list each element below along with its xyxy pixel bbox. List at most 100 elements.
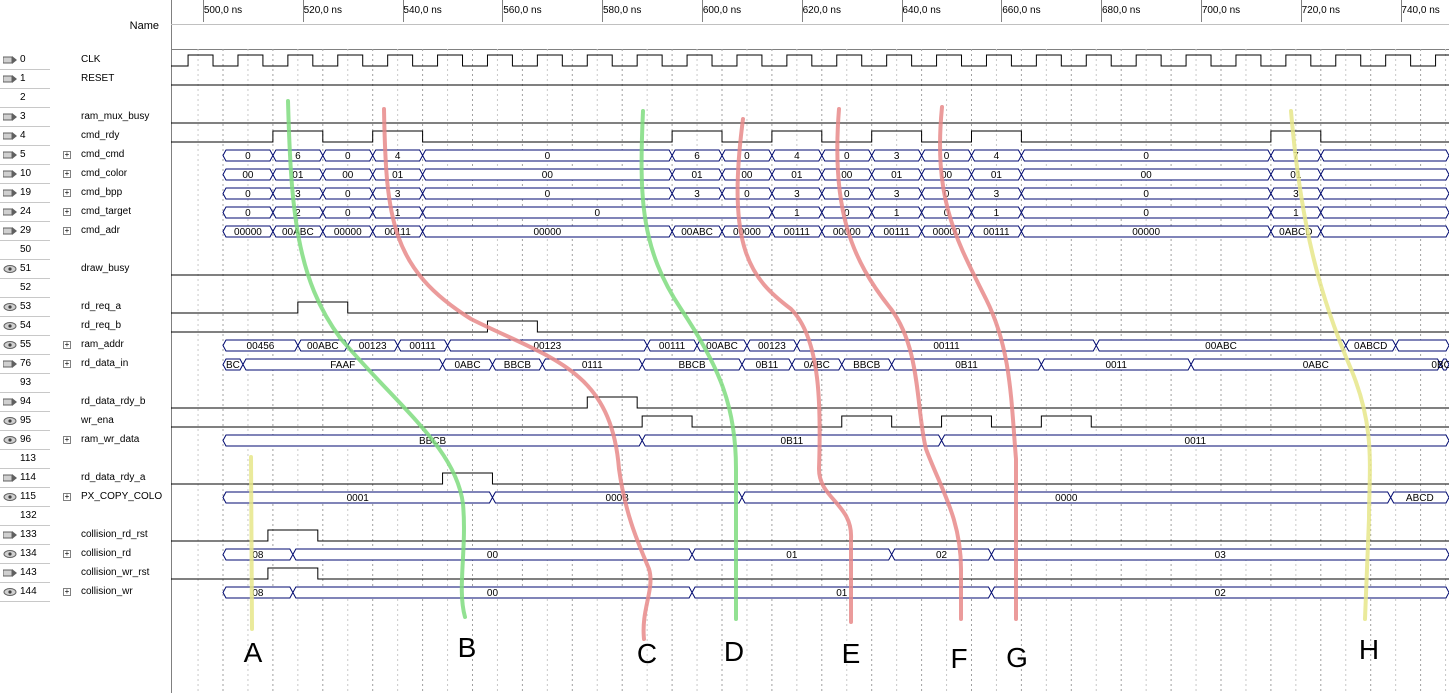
signal-index-cell[interactable]: 94	[0, 393, 50, 412]
signal-index-cell[interactable]: 10	[0, 165, 50, 184]
signal-name-cell[interactable]: + rd_data_in	[50, 355, 171, 374]
signal-index-cell[interactable]: 133	[0, 526, 50, 545]
signal-name-cell[interactable]: rd_req_a	[50, 298, 171, 317]
time-tick-mark	[203, 0, 204, 22]
signal-name-cell[interactable]: + cmd_adr	[50, 222, 171, 241]
signal-index: 19	[20, 187, 32, 198]
signal-index-cell[interactable]: 113	[0, 450, 50, 469]
bus-value-label: 3	[794, 189, 800, 200]
expand-bus-icon[interactable]: +	[63, 189, 71, 197]
signal-index-cell[interactable]: 95	[0, 412, 50, 431]
signal-index-cell[interactable]: 134	[0, 545, 50, 564]
signal-name: collision_rd	[81, 548, 132, 559]
signal-index-cell[interactable]: 96	[0, 431, 50, 450]
signal-index-cell[interactable]: 24	[0, 203, 50, 222]
signal-name-cell[interactable]: collision_rd_rst	[50, 526, 171, 545]
signal-name-cell[interactable]: CLK	[50, 51, 171, 70]
signal-index-cell[interactable]: 76	[0, 355, 50, 374]
signal-name-cell[interactable]	[50, 241, 171, 260]
signal-name: rd_data_rdy_a	[81, 472, 146, 483]
expand-bus-icon[interactable]: +	[63, 436, 71, 444]
signal-index-cell[interactable]: 29	[0, 222, 50, 241]
signal-name-cell[interactable]: rd_data_rdy_a	[50, 469, 171, 488]
input-pin-icon	[3, 360, 17, 368]
bus-value-label: 00	[1141, 170, 1153, 181]
signal-index-cell[interactable]: 2	[0, 89, 50, 108]
signal-name-cell[interactable]: draw_busy	[50, 260, 171, 279]
signal-name-cell[interactable]: + PX_COPY_COLO	[50, 488, 171, 507]
expand-bus-icon[interactable]: +	[63, 208, 71, 216]
signal-name-cell[interactable]: + collision_rd	[50, 545, 171, 564]
signal-index-cell[interactable]: 4	[0, 127, 50, 146]
signal-name-cell[interactable]: wr_ena	[50, 412, 171, 431]
signal-index-cell[interactable]: 55	[0, 336, 50, 355]
signal-index-cell[interactable]: 19	[0, 184, 50, 203]
bus-value-label: 00	[342, 170, 354, 181]
expand-bus-icon[interactable]: +	[63, 227, 71, 235]
signal-name-cell[interactable]: rd_data_rdy_b	[50, 393, 171, 412]
output-pin-icon	[3, 303, 17, 311]
signal-name: wr_ena	[81, 415, 114, 426]
expand-bus-icon[interactable]: +	[63, 151, 71, 159]
signal-name-cell[interactable]: cmd_rdy	[50, 127, 171, 146]
bus-value-label: 08	[252, 550, 264, 561]
expand-bus-icon[interactable]: +	[63, 170, 71, 178]
signal-index-cell[interactable]: 3	[0, 108, 50, 127]
bus-segment	[1320, 168, 1449, 181]
signal-name-cell[interactable]: rd_req_b	[50, 317, 171, 336]
signal-index-cell[interactable]: 5	[0, 146, 50, 165]
bus-value-label: FAAF	[330, 360, 355, 371]
signal-index-cell[interactable]: 0	[0, 51, 50, 70]
signal-name-cell[interactable]: + cmd_bpp	[50, 184, 171, 203]
bus-value-label: 3	[894, 151, 900, 162]
signal-index: 132	[20, 510, 37, 521]
time-tick-mark	[402, 0, 404, 22]
expand-bus-icon[interactable]: +	[63, 550, 71, 558]
input-pin-icon	[3, 151, 17, 159]
signal-index: 143	[20, 567, 37, 578]
bus-value-label: 0	[594, 208, 600, 219]
signal-name-cell[interactable]: RESET	[50, 70, 171, 89]
signal-index-cell[interactable]: 114	[0, 469, 50, 488]
input-pin-icon	[3, 189, 17, 197]
input-pin-icon	[3, 170, 17, 178]
expand-bus-icon[interactable]: +	[63, 493, 71, 501]
bus-value-label: 00ABC	[706, 341, 738, 352]
waveform-canvas[interactable]: 0 6 0 4 0 6 0 4 0 3 0 4 0 700 01 00 01 00 01 00 01 00 01 00 01 00…	[171, 49, 1449, 693]
signal-index-cell[interactable]: 115	[0, 488, 50, 507]
signal-index-cell[interactable]: 143	[0, 564, 50, 583]
signal-index-cell[interactable]: 53	[0, 298, 50, 317]
signal-name-cell[interactable]: + ram_addr	[50, 336, 171, 355]
signal-name-cell[interactable]: + collision_wr	[50, 583, 171, 602]
signal-name-cell[interactable]	[50, 279, 171, 298]
signal-name-cell[interactable]	[50, 374, 171, 393]
signal-index-cell[interactable]: 144	[0, 583, 50, 602]
bus-value-label: 01	[691, 170, 703, 181]
signal-name-cell[interactable]: + cmd_color	[50, 165, 171, 184]
signal-name-cell[interactable]: + ram_wr_data	[50, 431, 171, 450]
signal-name-cell[interactable]: + cmd_target	[50, 203, 171, 222]
signal-index-cell[interactable]: 1	[0, 70, 50, 89]
bus-value-label: 1	[395, 208, 401, 219]
signal-name-cell[interactable]: ram_mux_busy	[50, 108, 171, 127]
bus-value-label: BBCB	[504, 360, 532, 371]
expand-bus-icon[interactable]: +	[63, 341, 71, 349]
bus-value-label: 00	[741, 170, 753, 181]
signal-index-cell[interactable]: 54	[0, 317, 50, 336]
signal-name-cell[interactable]	[50, 507, 171, 526]
signal-index: 5	[20, 149, 26, 160]
signal-index-cell[interactable]: 52	[0, 279, 50, 298]
signal-index-cell[interactable]: 50	[0, 241, 50, 260]
signal-index-cell[interactable]: 51	[0, 260, 50, 279]
bus-segment	[1320, 225, 1449, 238]
signal-name-cell[interactable]	[50, 450, 171, 469]
expand-bus-icon[interactable]: +	[63, 588, 71, 596]
signal-name-cell[interactable]: collision_wr_rst	[50, 564, 171, 583]
signal-name-cell[interactable]	[50, 89, 171, 108]
signal-index-cell[interactable]: 132	[0, 507, 50, 526]
signal-index-cell[interactable]: 93	[0, 374, 50, 393]
name-column-header[interactable]: Name	[50, 0, 172, 49]
signal-name-cell[interactable]: + cmd_cmd	[50, 146, 171, 165]
expand-bus-icon[interactable]: +	[63, 360, 71, 368]
bus-value-label: 0ABCD	[1354, 341, 1387, 352]
